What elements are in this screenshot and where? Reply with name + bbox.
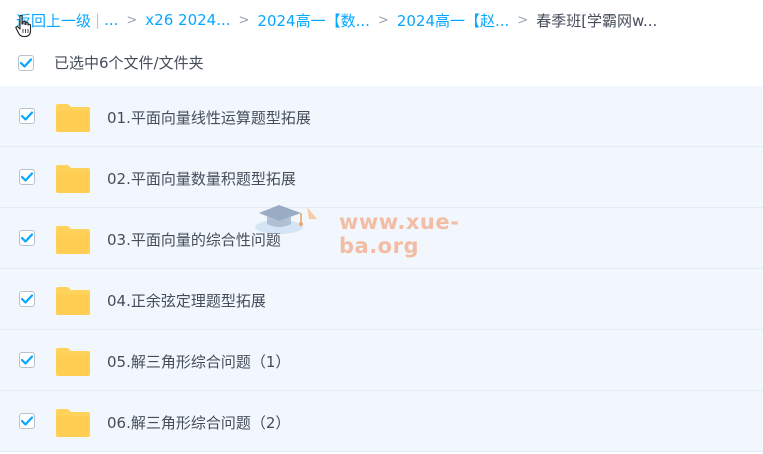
- file-row[interactable]: 05.解三角形综合问题（1）: [0, 330, 763, 391]
- file-name[interactable]: 04.正余弦定理题型拓展: [107, 290, 266, 311]
- file-row[interactable]: 03.平面向量的综合性问题: [0, 208, 763, 269]
- checkmark-icon: [21, 233, 33, 243]
- breadcrumb-separator: >: [126, 12, 138, 28]
- folder-icon: [56, 165, 90, 193]
- checkmark-icon: [21, 172, 33, 182]
- file-row[interactable]: 02.平面向量数量积题型拓展: [0, 147, 763, 208]
- file-list: 01.平面向量线性运算题型拓展 02.平面向量数量积题型拓展 03.平面向量的综…: [0, 86, 763, 452]
- breadcrumb-item[interactable]: 2024高一【赵...: [397, 10, 509, 31]
- row-checkbox[interactable]: [19, 169, 35, 185]
- file-row[interactable]: 06.解三角形综合问题（2）: [0, 391, 763, 452]
- breadcrumb-ellipsis[interactable]: ...: [104, 11, 118, 29]
- breadcrumb-separator: >: [377, 12, 389, 28]
- row-checkbox[interactable]: [19, 413, 35, 429]
- checkmark-icon: [21, 355, 33, 365]
- selection-count-label: 已选中6个文件/文件夹: [54, 54, 204, 72]
- breadcrumb-separator: >: [517, 12, 529, 28]
- file-name[interactable]: 05.解三角形综合问题（1）: [107, 351, 290, 372]
- breadcrumb-item[interactable]: x26 2024...: [145, 11, 230, 29]
- breadcrumb-separator: >: [238, 12, 250, 28]
- folder-icon: [56, 348, 90, 376]
- checkmark-icon: [21, 416, 33, 426]
- selection-bar: 已选中6个文件/文件夹: [0, 47, 763, 79]
- breadcrumb-current: 春季班[学霸网w...: [536, 11, 658, 30]
- folder-icon: [56, 104, 90, 132]
- checkmark-icon: [21, 111, 33, 121]
- checkmark-icon: [20, 58, 32, 68]
- file-row[interactable]: 01.平面向量线性运算题型拓展: [0, 86, 763, 147]
- breadcrumb-item[interactable]: 2024高一【数...: [257, 10, 369, 31]
- breadcrumb-divider: |: [95, 11, 101, 29]
- checkmark-icon: [21, 294, 33, 304]
- row-checkbox[interactable]: [19, 230, 35, 246]
- file-row[interactable]: 04.正余弦定理题型拓展: [0, 269, 763, 330]
- file-name[interactable]: 06.解三角形综合问题（2）: [107, 412, 290, 433]
- select-all-checkbox[interactable]: [18, 55, 34, 71]
- file-name[interactable]: 03.平面向量的综合性问题: [107, 229, 281, 250]
- folder-icon: [56, 287, 90, 315]
- folder-icon: [56, 409, 90, 437]
- row-checkbox[interactable]: [19, 108, 35, 124]
- row-checkbox[interactable]: [19, 352, 35, 368]
- row-checkbox[interactable]: [19, 291, 35, 307]
- breadcrumb: 返回上一级 | ... > x26 2024... > 2024高一【数... …: [16, 9, 657, 31]
- folder-icon: [56, 226, 90, 254]
- hand-cursor-icon: [15, 14, 32, 38]
- file-name[interactable]: 02.平面向量数量积题型拓展: [107, 168, 296, 189]
- file-name[interactable]: 01.平面向量线性运算题型拓展: [107, 107, 311, 128]
